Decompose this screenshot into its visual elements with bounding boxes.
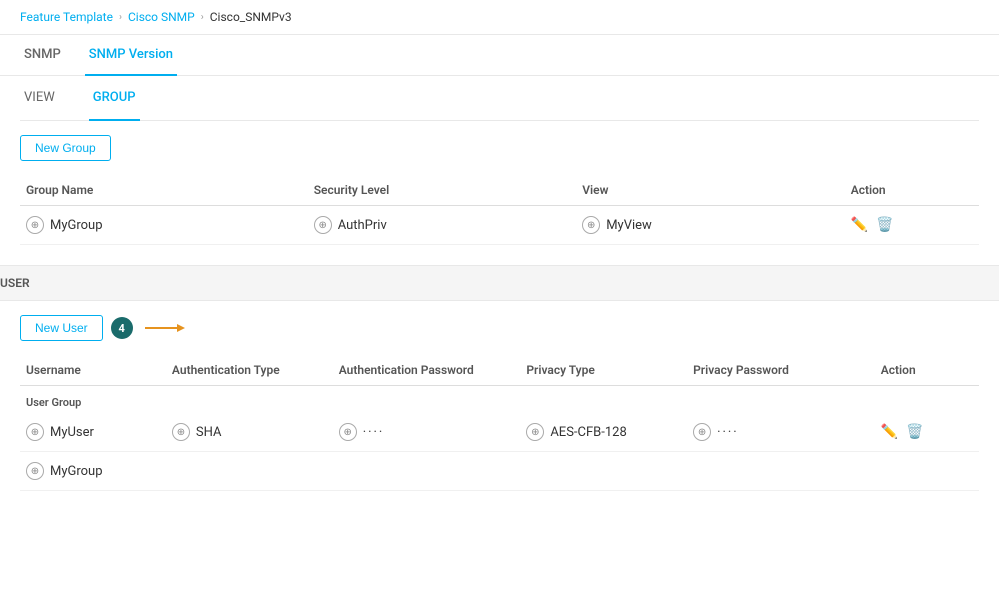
- col-view: View: [576, 175, 845, 206]
- col-security-level: Security Level: [308, 175, 577, 206]
- globe-icon-auth-pass: ⊕: [339, 423, 357, 441]
- breadcrumb-cisco-snmp[interactable]: Cisco SNMP: [128, 10, 195, 24]
- user-group-auth-type-cell: [166, 452, 333, 491]
- security-level-value: AuthPriv: [338, 218, 387, 233]
- action-cell: ✏️ 🗑️: [845, 206, 979, 245]
- col-user-action: Action: [875, 355, 979, 386]
- tab-snmp[interactable]: SNMP: [20, 35, 65, 76]
- user-group-priv-type-cell: [520, 452, 687, 491]
- user-group-label: User Group: [20, 386, 979, 414]
- arrow-icon: [145, 320, 185, 336]
- globe-icon-priv-type: ⊕: [526, 423, 544, 441]
- col-auth-password: Authentication Password: [333, 355, 521, 386]
- globe-icon-group: ⊕: [26, 216, 44, 234]
- sub-tab-group[interactable]: GROUP: [89, 76, 140, 121]
- globe-icon-security: ⊕: [314, 216, 332, 234]
- auth-password-cell: ⊕ ····: [333, 413, 521, 452]
- privacy-type-value: AES-CFB-128: [550, 425, 626, 440]
- table-row: ⊕ MyGroup ⊕ AuthPriv ⊕ MyView: [20, 206, 979, 245]
- delete-group-icon[interactable]: 🗑️: [876, 217, 893, 233]
- group-name-cell: ⊕ MyGroup: [20, 206, 308, 245]
- new-user-button[interactable]: New User: [20, 315, 103, 341]
- col-privacy-type: Privacy Type: [520, 355, 687, 386]
- col-group-name: Group Name: [20, 175, 308, 206]
- breadcrumb-sep-1: ›: [119, 12, 122, 23]
- user-section-label: USER: [0, 276, 30, 290]
- view-value: MyView: [606, 218, 652, 233]
- edit-group-icon[interactable]: ✏️: [851, 217, 868, 233]
- breadcrumb-feature-template[interactable]: Feature Template: [20, 10, 113, 24]
- auth-type-value: SHA: [196, 425, 222, 440]
- globe-icon-user-group: ⊕: [26, 462, 44, 480]
- user-group-row: ⊕ MyGroup: [20, 452, 979, 491]
- globe-icon-auth-type: ⊕: [172, 423, 190, 441]
- username-cell: ⊕ MyUser: [20, 413, 166, 452]
- globe-icon-view: ⊕: [582, 216, 600, 234]
- globe-icon-priv-pass: ⊕: [693, 423, 711, 441]
- edit-user-icon[interactable]: ✏️: [881, 424, 898, 440]
- col-auth-type: Authentication Type: [166, 355, 333, 386]
- breadcrumb-sep-2: ›: [201, 12, 204, 23]
- annotation-arrow: [145, 320, 185, 336]
- main-tabs: SNMP SNMP Version: [0, 35, 999, 76]
- user-group-cell: ⊕ MyGroup: [20, 452, 166, 491]
- user-table-row: ⊕ MyUser ⊕ SHA ⊕ ····: [20, 413, 979, 452]
- user-group-priv-pass-cell: [687, 452, 875, 491]
- user-group-auth-pass-cell: [333, 452, 521, 491]
- delete-user-icon[interactable]: 🗑️: [906, 424, 923, 440]
- col-action: Action: [845, 175, 979, 206]
- user-group-action-cell: [875, 452, 979, 491]
- annotation-badge-4: 4: [111, 317, 133, 339]
- col-privacy-password: Privacy Password: [687, 355, 875, 386]
- auth-password-value: ····: [363, 425, 385, 440]
- auth-type-cell: ⊕ SHA: [166, 413, 333, 452]
- group-toolbar: New Group: [20, 121, 979, 175]
- group-name-value: MyGroup: [50, 218, 103, 233]
- user-section-divider: USER: [0, 265, 999, 301]
- content-area: VIEW GROUP New Group Group Name Security…: [0, 76, 999, 245]
- sub-tab-view[interactable]: VIEW: [20, 76, 59, 121]
- globe-icon-username: ⊕: [26, 423, 44, 441]
- tab-snmp-version[interactable]: SNMP Version: [85, 35, 177, 76]
- privacy-password-value: ····: [717, 425, 739, 440]
- sub-tabs: VIEW GROUP: [20, 76, 979, 121]
- new-group-button[interactable]: New Group: [20, 135, 111, 161]
- user-action-cell: ✏️ 🗑️: [875, 413, 979, 452]
- privacy-password-cell: ⊕ ····: [687, 413, 875, 452]
- privacy-type-cell: ⊕ AES-CFB-128: [520, 413, 687, 452]
- user-toolbar: New User 4: [20, 301, 979, 355]
- username-value: MyUser: [50, 425, 94, 440]
- user-table: Username Authentication Type Authenticat…: [20, 355, 979, 491]
- security-level-cell: ⊕ AuthPriv: [308, 206, 577, 245]
- col-username: Username: [20, 355, 166, 386]
- user-group-value: MyGroup: [50, 464, 103, 479]
- view-cell: ⊕ MyView: [576, 206, 845, 245]
- breadcrumb-cisco-snmpv3: Cisco_SNMPv3: [210, 10, 292, 24]
- user-sub-header-row: User Group: [20, 386, 979, 414]
- breadcrumb: Feature Template › Cisco SNMP › Cisco_SN…: [0, 0, 999, 35]
- group-table: Group Name Security Level View Action ⊕ …: [20, 175, 979, 245]
